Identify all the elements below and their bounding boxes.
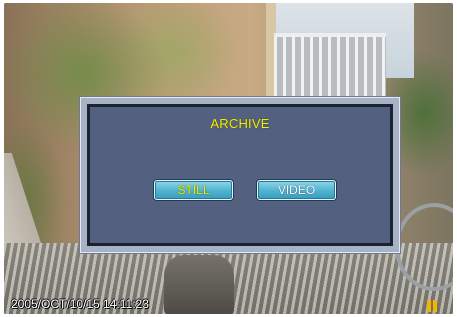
archive-dialog-panel: ARCHIVE STILL VIDEO xyxy=(87,104,393,246)
pause-icon xyxy=(427,300,438,312)
camera-image-planter xyxy=(164,255,234,314)
pause-icon-bar-right xyxy=(433,300,437,312)
archive-dialog: ARCHIVE STILL VIDEO xyxy=(80,97,400,253)
timestamp-overlay: 2005/OCT/10/15 14:11:23 xyxy=(11,297,149,311)
video-button[interactable]: VIDEO xyxy=(257,180,336,200)
pause-icon-bar-left xyxy=(427,300,431,312)
camera-image-gate xyxy=(274,33,386,107)
still-button[interactable]: STILL xyxy=(154,180,233,200)
dialog-title: ARCHIVE xyxy=(210,116,270,131)
